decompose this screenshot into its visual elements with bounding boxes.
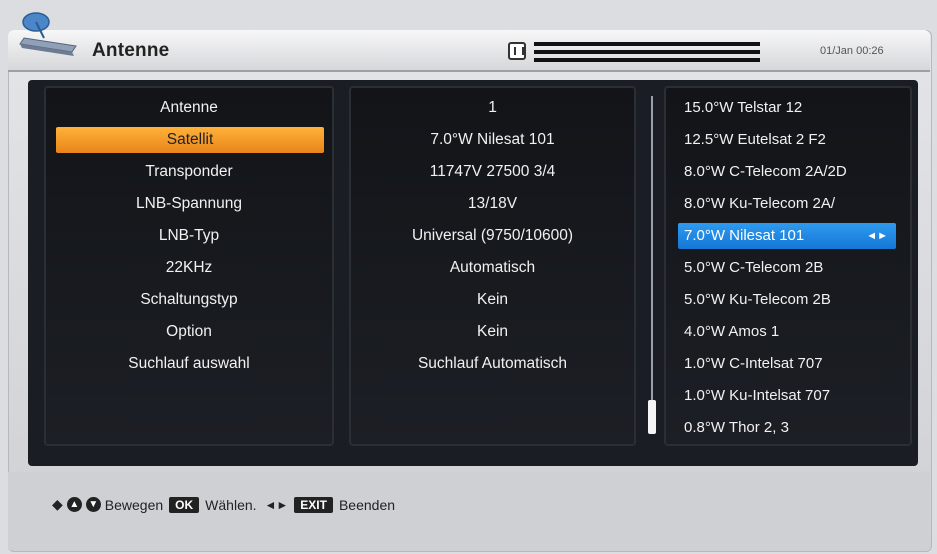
satellite-item[interactable]: 0.8°W Thor 2, 3 [684, 415, 906, 441]
setting-label-option[interactable]: Option [46, 319, 332, 345]
setting-value-option: Kein [476, 323, 509, 340]
signal-strength-bar [534, 42, 760, 46]
exit-key-icon: EXIT [294, 496, 333, 513]
move-label: Bewegen [104, 496, 164, 513]
tv-screen: Antenne 01/Jan 00:26 Antenne Satellit Tr… [0, 0, 937, 554]
select-label: Wählen. [205, 496, 257, 513]
setting-value-transponder: 11747V 27500 3/4 [429, 163, 556, 180]
satellite-item[interactable]: 8.0°W C-Telecom 2A/2D [684, 159, 906, 185]
setting-label-lnb-typ[interactable]: LNB-Typ [46, 223, 332, 249]
setting-value-suchlauf: Suchlauf Automatisch [417, 355, 568, 372]
setting-value-22khz: Automatisch [449, 259, 536, 276]
setting-label-22khz[interactable]: 22KHz [46, 255, 332, 281]
settings-values-panel: 1 7.0°W Nilesat 101 11747V 27500 3/4 13/… [349, 86, 636, 446]
satellite-list-panel: 15.0°W Telstar 12 12.5°W Eutelsat 2 F2 8… [664, 86, 912, 446]
setting-value-lnb-spannung: 13/18V [467, 195, 518, 212]
satellite-item[interactable]: 4.0°W Amos 1 [684, 319, 906, 345]
exit-label: Beenden [338, 496, 396, 513]
scrollbar-thumb[interactable] [648, 400, 656, 434]
up-button-icon: ▲ [66, 497, 82, 512]
satellite-list-scrollbar[interactable] [651, 96, 653, 434]
satellite-item[interactable]: 1.0°W Ku-Intelsat 707 [684, 383, 906, 409]
satellite-item[interactable]: 12.5°W Eutelsat 2 F2 [684, 127, 906, 153]
up-down-arrow-icon: ◆ [52, 496, 63, 512]
satellite-item[interactable]: 1.0°W C-Intelsat 707 [684, 351, 906, 377]
setting-value-schaltungstyp: Kein [476, 291, 509, 308]
ok-key-icon: OK [169, 496, 200, 513]
signal-quality-bar [534, 50, 760, 54]
setting-label-lnb-spannung[interactable]: LNB-Spannung [46, 191, 332, 217]
satellite-dish-icon [19, 12, 77, 56]
clock: 01/Jan 00:26 [820, 45, 884, 57]
left-right-arrow-icon: ◄► [264, 497, 289, 512]
setting-label-schaltungstyp[interactable]: Schaltungstyp [46, 287, 332, 313]
signal-level-bar [534, 58, 760, 62]
satellite-item[interactable]: 5.0°W Ku-Telecom 2B [684, 287, 906, 313]
setting-value-antenne: 1 [488, 99, 497, 116]
satellite-item[interactable]: 15.0°W Telstar 12 [684, 95, 906, 121]
satellite-item[interactable]: 5.0°W C-Telecom 2B [684, 255, 906, 281]
setting-label-antenne[interactable]: Antenne [46, 95, 332, 121]
settings-labels-panel: Antenne Satellit Transponder LNB-Spannun… [44, 86, 334, 446]
setting-label-suchlauf[interactable]: Suchlauf auswahl [46, 351, 332, 377]
setting-label-transponder[interactable]: Transponder [46, 159, 332, 185]
satellite-item[interactable]: 8.0°W Ku-Telecom 2A/ [684, 191, 906, 217]
satellite-item-selected[interactable]: 7.0°W Nilesat 101 ◄► [678, 223, 896, 249]
left-right-arrows-icon: ◄► [866, 230, 888, 242]
down-button-icon: ▼ [85, 497, 101, 512]
setting-value-lnb-typ: Universal (9750/10600) [411, 227, 574, 244]
setting-label-satellit[interactable]: Satellit [56, 127, 324, 153]
signal-icon [508, 42, 526, 60]
key-hints: ◆ ▲ ▼ Bewegen OK Wählen. ◄► EXIT Beenden [52, 496, 395, 513]
satellite-item-label: 7.0°W Nilesat 101 [684, 227, 805, 244]
setting-value-satellit: 7.0°W Nilesat 101 [430, 131, 555, 148]
page-title: Antenne [92, 40, 170, 61]
